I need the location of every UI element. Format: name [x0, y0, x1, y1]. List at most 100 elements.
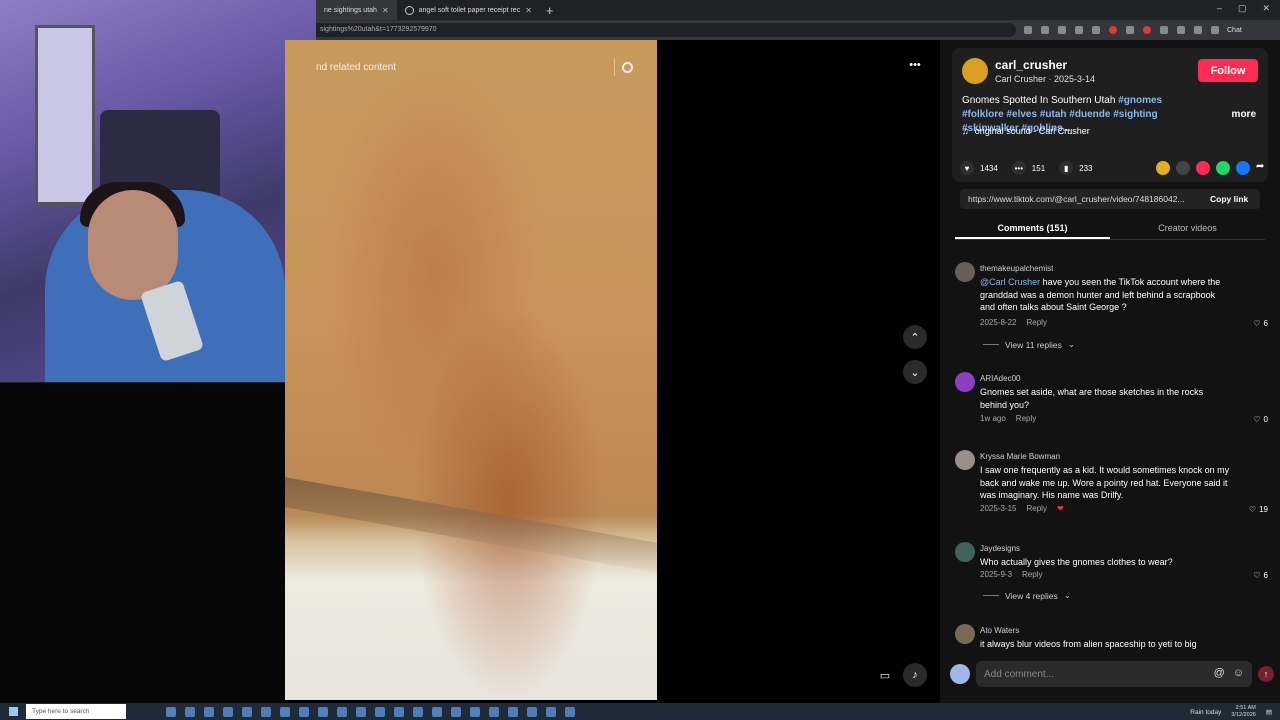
- app-icon[interactable]: [261, 706, 271, 717]
- browser-tab[interactable]: ne sightings utah ✕: [316, 0, 397, 20]
- profile-icon[interactable]: [1194, 26, 1202, 34]
- follow-button[interactable]: Follow: [1198, 59, 1258, 82]
- app-icon[interactable]: [223, 706, 233, 717]
- avatar[interactable]: [955, 450, 975, 470]
- tab-creator-videos[interactable]: Creator videos: [1110, 218, 1265, 239]
- hashtag-link[interactable]: #gnomes: [1118, 95, 1162, 106]
- app-icon[interactable]: [546, 706, 556, 717]
- app-icon[interactable]: [565, 706, 575, 717]
- send-button[interactable]: ↑: [1258, 666, 1274, 682]
- app-icon[interactable]: [375, 706, 385, 717]
- more-options-button[interactable]: •••: [903, 53, 927, 77]
- send-icon[interactable]: [1196, 161, 1210, 175]
- video-link[interactable]: https://www.tiktok.com/@carl_crusher/vid…: [968, 194, 1204, 204]
- avatar[interactable]: [955, 262, 975, 282]
- video-player[interactable]: [285, 40, 657, 700]
- app-icon[interactable]: [299, 706, 309, 717]
- more-button[interactable]: more: [1232, 109, 1256, 120]
- tab-close-icon[interactable]: ✕: [525, 6, 532, 15]
- hashtag-link[interactable]: #elves: [1006, 109, 1037, 120]
- embed-icon[interactable]: [1176, 161, 1190, 175]
- hashtag-link[interactable]: #utah: [1040, 109, 1067, 120]
- clock[interactable]: 2:51 AM 3/12/2026: [1231, 705, 1255, 719]
- repost-icon[interactable]: [1156, 161, 1170, 175]
- comment-author[interactable]: Ato Waters: [980, 626, 1019, 635]
- puzzle-icon[interactable]: [1160, 26, 1168, 34]
- avatar[interactable]: [955, 624, 975, 644]
- avatar[interactable]: [955, 542, 975, 562]
- browser-tab[interactable]: angel soft toilet paper receipt rec ✕: [397, 0, 540, 20]
- app-icon[interactable]: [451, 706, 461, 717]
- view-replies-button[interactable]: View 4 replies ⌄: [983, 590, 1071, 601]
- maximize-button[interactable]: ▢: [1238, 3, 1247, 14]
- app-icon[interactable]: [470, 706, 480, 717]
- mention-link[interactable]: @Carl Crusher: [980, 277, 1040, 287]
- comment-author[interactable]: themakeupalchemist: [980, 264, 1053, 273]
- hashtag-link[interactable]: #duende: [1069, 109, 1110, 120]
- reply-button[interactable]: Reply: [1026, 504, 1046, 513]
- previous-video-button[interactable]: ⌃: [903, 325, 927, 349]
- extension-icon[interactable]: [1024, 26, 1032, 34]
- taskbar-search-input[interactable]: Type here to search: [26, 704, 126, 719]
- app-icon[interactable]: [166, 706, 176, 717]
- reply-button[interactable]: Reply: [1016, 414, 1036, 423]
- username[interactable]: carl_crusher: [995, 58, 1067, 72]
- extension-icon[interactable]: [1092, 26, 1100, 34]
- search-icon[interactable]: [622, 61, 633, 73]
- app-icon[interactable]: [242, 706, 252, 717]
- notification-icon[interactable]: ▤: [1266, 708, 1272, 716]
- new-tab-button[interactable]: +: [546, 3, 554, 18]
- copy-link-button[interactable]: Copy link: [1210, 194, 1248, 204]
- app-icon[interactable]: [337, 706, 347, 717]
- comment-like-button[interactable]: ♡ 0: [1253, 415, 1268, 424]
- related-search-bar[interactable]: nd related content: [316, 54, 641, 80]
- minimize-button[interactable]: –: [1217, 3, 1222, 14]
- reply-button[interactable]: Reply: [1022, 570, 1042, 579]
- app-icon[interactable]: [394, 706, 404, 717]
- extension-icon[interactable]: [1143, 26, 1151, 34]
- url-field[interactable]: sightings%20utah&t=1773292579970: [316, 23, 1016, 37]
- hashtag-link[interactable]: #sighting: [1113, 109, 1157, 120]
- star-icon[interactable]: [1058, 26, 1066, 34]
- menu-icon[interactable]: [1211, 26, 1219, 34]
- app-icon[interactable]: [356, 706, 366, 717]
- share-icon[interactable]: ➦: [1256, 161, 1270, 175]
- avatar[interactable]: [955, 372, 975, 392]
- app-icon[interactable]: [204, 706, 214, 717]
- app-icon[interactable]: [489, 706, 499, 717]
- app-icon[interactable]: [280, 706, 290, 717]
- avatar[interactable]: [962, 58, 988, 84]
- comment-author[interactable]: Kryssa Marie Bowman: [980, 452, 1060, 461]
- pip-icon[interactable]: ▭: [873, 663, 897, 687]
- view-replies-button[interactable]: View 11 replies ⌄: [983, 339, 1075, 350]
- extension-icon[interactable]: [1109, 26, 1117, 34]
- chat-button[interactable]: Chat: [1227, 27, 1242, 34]
- weather-widget[interactable]: Rain today: [1190, 709, 1221, 716]
- extension-icon[interactable]: [1177, 26, 1185, 34]
- sound-link[interactable]: ♫ original sound - Carl Crusher: [962, 126, 1090, 136]
- volume-icon[interactable]: ♪: [903, 663, 927, 687]
- next-video-button[interactable]: ⌄: [903, 360, 927, 384]
- comment-like-button[interactable]: ♡ 19: [1249, 505, 1268, 514]
- whatsapp-icon[interactable]: [1216, 161, 1230, 175]
- app-icon[interactable]: [527, 706, 537, 717]
- app-icon[interactable]: [508, 706, 518, 717]
- app-icon[interactable]: [318, 706, 328, 717]
- save-button[interactable]: ▮ 233: [1059, 161, 1093, 175]
- windows-start-icon[interactable]: [9, 707, 18, 716]
- comment-author[interactable]: ARIAdec00: [980, 374, 1020, 383]
- mention-icon[interactable]: @: [1214, 667, 1225, 679]
- extension-icon[interactable]: [1075, 26, 1083, 34]
- app-icon[interactable]: [413, 706, 423, 717]
- zoom-icon[interactable]: [1041, 26, 1049, 34]
- tab-comments[interactable]: Comments (151): [955, 218, 1110, 239]
- hashtag-link[interactable]: #folklore: [962, 109, 1004, 120]
- comment-input[interactable]: Add comment... @ ☺: [976, 661, 1252, 687]
- app-icon[interactable]: [185, 706, 195, 717]
- facebook-icon[interactable]: [1236, 161, 1250, 175]
- app-icon[interactable]: [432, 706, 442, 717]
- like-button[interactable]: ♥ 1434: [960, 161, 998, 175]
- tab-close-icon[interactable]: ✕: [382, 6, 389, 15]
- comment-author[interactable]: Jaydesigns: [980, 544, 1020, 553]
- close-window-button[interactable]: ✕: [1262, 3, 1270, 14]
